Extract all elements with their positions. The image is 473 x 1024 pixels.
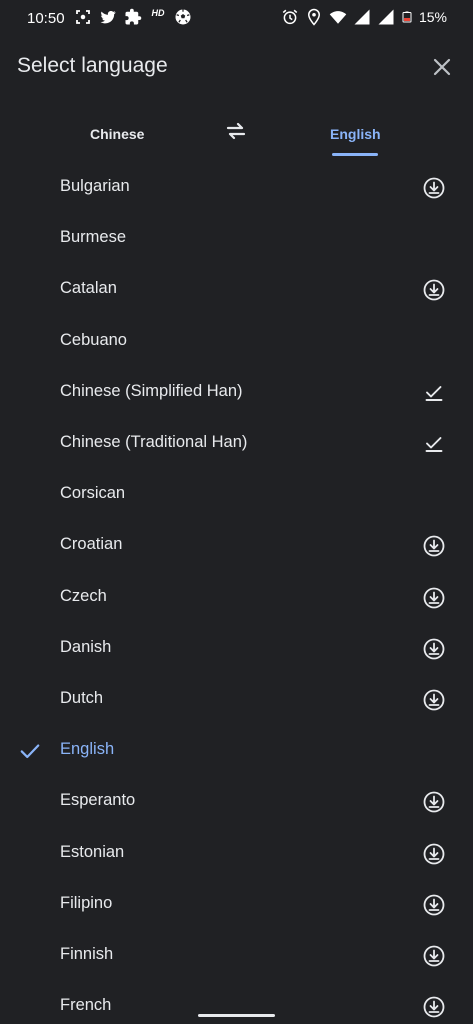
download-icon[interactable]: [422, 842, 446, 866]
alarm-icon: [282, 9, 298, 25]
language-name: Danish: [60, 637, 112, 656]
puzzle-icon: [125, 8, 142, 25]
download-icon[interactable]: [422, 688, 446, 712]
language-item[interactable]: Finnish: [0, 930, 473, 981]
language-name: Cebuano: [60, 330, 127, 349]
active-tab-indicator: [332, 153, 378, 156]
language-item[interactable]: Chinese (Simplified Han): [0, 367, 473, 418]
gesture-navigation-bar[interactable]: [198, 1014, 275, 1017]
language-name: Estonian: [60, 842, 125, 861]
language-name: Chinese (Simplified Han): [60, 381, 243, 400]
language-item[interactable]: Estonian: [0, 828, 473, 879]
language-item[interactable]: Croatian: [0, 520, 473, 571]
language-item[interactable]: Czech: [0, 572, 473, 623]
download-icon[interactable]: [422, 995, 446, 1019]
downloaded-check-icon[interactable]: [422, 432, 446, 456]
select-language-screen: 10:50 HD 15% Select language Chinese Eng…: [0, 0, 473, 1024]
language-item[interactable]: English: [0, 725, 473, 776]
downloaded-check-icon[interactable]: [422, 381, 446, 405]
language-item[interactable]: French: [0, 981, 473, 1024]
download-icon[interactable]: [422, 893, 446, 917]
status-time: 10:50: [27, 10, 65, 27]
language-name: English: [60, 740, 115, 759]
signal-icon: [354, 9, 370, 25]
language-name: Dutch: [60, 689, 104, 707]
wifi-icon: [329, 11, 347, 24]
download-icon[interactable]: [422, 278, 446, 302]
language-item[interactable]: Bulgarian: [0, 162, 473, 213]
tab-source-language[interactable]: Chinese: [90, 126, 144, 142]
signal-icon: [378, 9, 394, 25]
language-name: Croatian: [60, 535, 123, 554]
language-name: French: [60, 996, 112, 1015]
language-item[interactable]: Esperanto: [0, 776, 473, 827]
language-item[interactable]: Catalan: [0, 264, 473, 315]
download-icon[interactable]: [422, 534, 446, 558]
language-name: Czech: [60, 586, 107, 605]
download-icon[interactable]: [422, 944, 446, 968]
swap-icon[interactable]: [224, 119, 248, 143]
soccer-ball-icon: [175, 9, 191, 25]
twitter-icon: [100, 10, 116, 24]
language-name: Burmese: [60, 228, 127, 247]
selected-check-icon: [20, 744, 40, 759]
language-name: Bulgarian: [60, 177, 130, 195]
battery-percent: 15%: [418, 9, 447, 25]
language-list[interactable]: Bulgarian Burmese Catalan Cebuano Chinese (S…: [0, 162, 473, 1024]
language-name: Catalan: [60, 279, 117, 298]
language-item[interactable]: Danish: [0, 623, 473, 674]
language-item[interactable]: Burmese: [0, 213, 473, 264]
notification-icons: HD: [74, 8, 192, 26]
language-name: Finnish: [60, 945, 114, 963]
download-icon[interactable]: [422, 586, 446, 610]
language-item[interactable]: Cebuano: [0, 316, 473, 367]
language-item[interactable]: Corsican: [0, 469, 473, 520]
download-icon[interactable]: [422, 176, 446, 200]
language-name: Chinese (Traditional Han): [60, 433, 248, 451]
battery-icon: [402, 11, 412, 23]
language-name: Corsican: [60, 484, 126, 503]
page-title: Select language: [17, 54, 168, 77]
language-item[interactable]: Dutch: [0, 674, 473, 725]
location-icon: [307, 8, 320, 26]
status-bar: 10:50 HD 15%: [0, 0, 473, 38]
tab-target-language[interactable]: English: [330, 126, 381, 142]
language-name: Esperanto: [60, 791, 136, 810]
download-icon[interactable]: [422, 637, 446, 661]
language-item[interactable]: Chinese (Traditional Han): [0, 418, 473, 469]
language-item[interactable]: Filipino: [0, 879, 473, 930]
screenshot-icon: [76, 10, 90, 24]
close-icon[interactable]: [428, 53, 456, 81]
download-icon[interactable]: [422, 790, 446, 814]
language-name: Filipino: [60, 893, 113, 912]
system-icons: 15%: [281, 8, 447, 26]
hd-icon: HD: [151, 8, 165, 18]
